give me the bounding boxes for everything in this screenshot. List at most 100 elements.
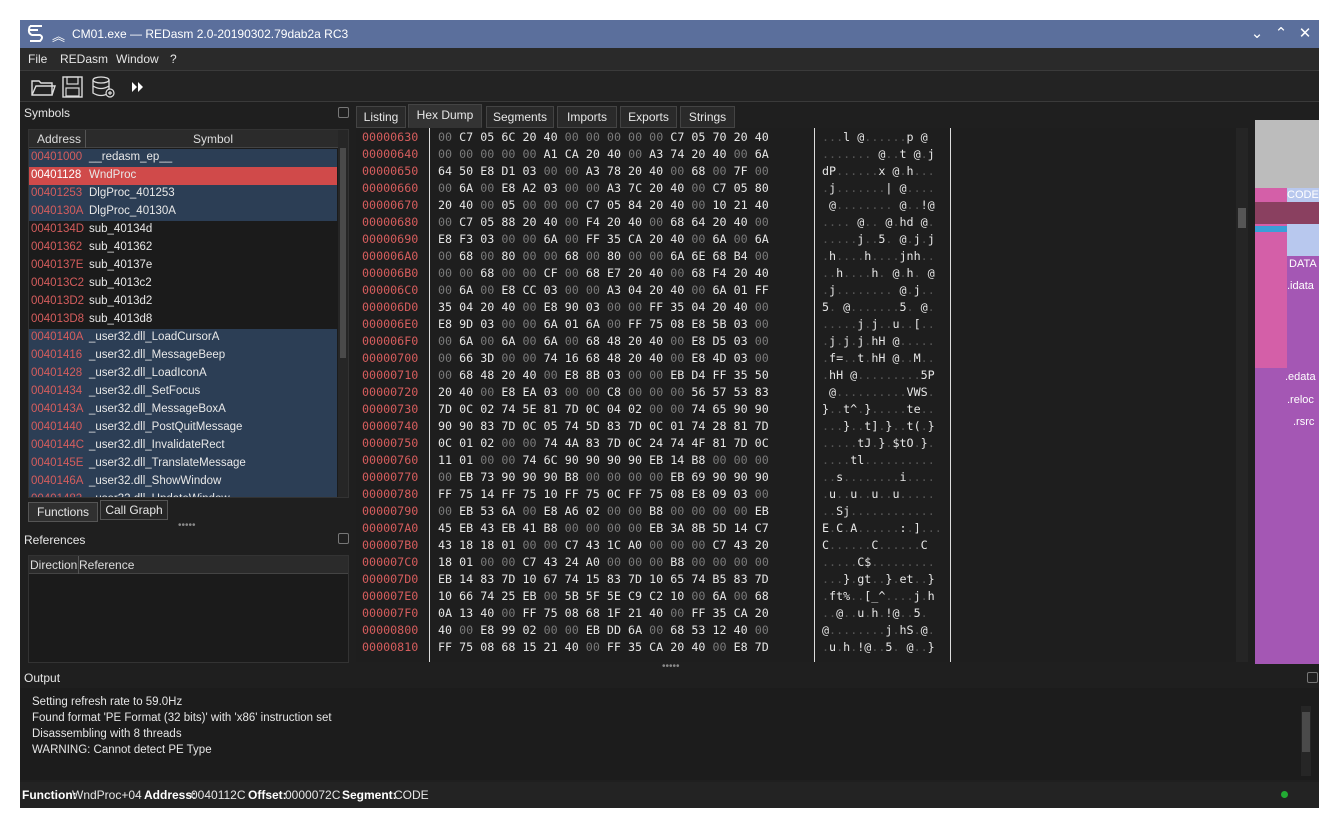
hex-row[interactable]: 00000720 20 40 00 E8 EA 03 00 00 C8 00 00… xyxy=(356,383,1248,400)
hex-ascii[interactable]: @........ @..!@ xyxy=(822,198,935,212)
hex-ascii[interactable]: 5. @.......5. @. xyxy=(822,300,935,314)
tab-strings[interactable]: Strings xyxy=(680,106,735,128)
dock-float-icon[interactable] xyxy=(338,533,349,544)
hex-row[interactable]: 00000680 00 C7 05 88 20 40 00 F4 20 40 00… xyxy=(356,213,1248,230)
table-row[interactable]: 0040140A _user32.dll_LoadCursorA xyxy=(29,329,337,347)
table-row[interactable]: 0040130A DlgProc_40130A xyxy=(29,203,337,221)
hex-bytes[interactable]: 00 00 00 00 00 A1 CA 20 40 00 A3 74 20 4… xyxy=(438,147,769,161)
hex-bytes[interactable]: E8 9D 03 00 00 6A 01 6A 00 FF 75 08 E8 5… xyxy=(438,317,769,331)
hex-row[interactable]: 000007C0 18 01 00 00 C7 43 24 A0 00 00 00… xyxy=(356,553,1248,570)
hex-row[interactable]: 00000810 FF 75 08 68 15 21 40 00 FF 35 CA… xyxy=(356,638,1248,655)
hex-ascii[interactable]: ..Sj............ xyxy=(822,504,935,518)
scrollbar-thumb[interactable] xyxy=(340,148,346,358)
tab-listing[interactable]: Listing xyxy=(356,106,406,128)
table-row[interactable]: 00401440 _user32.dll_PostQuitMessage xyxy=(29,419,337,437)
hex-bytes[interactable]: 00 68 00 80 00 00 68 00 80 00 00 6A 6E 6… xyxy=(438,249,769,263)
tab-hex-dump[interactable]: Hex Dump xyxy=(408,104,482,128)
hex-bytes[interactable]: 0C 01 02 00 00 74 4A 83 7D 0C 24 74 4F 8… xyxy=(438,436,769,450)
hex-ascii[interactable]: ...l @......p @ xyxy=(822,130,928,144)
menu-redasm[interactable]: REDasm xyxy=(60,52,108,66)
hex-bytes[interactable]: 40 00 E8 99 02 00 00 EB DD 6A 00 68 53 1… xyxy=(438,623,769,637)
scrollbar-thumb[interactable] xyxy=(1302,712,1310,752)
hex-bytes[interactable]: 45 EB 43 EB 41 B8 00 00 00 00 EB 3A 8B 5… xyxy=(438,521,769,535)
hex-ascii[interactable]: C......C......C xyxy=(822,538,935,552)
table-row[interactable]: 00401434 _user32.dll_SetFocus xyxy=(29,383,337,401)
hex-ascii[interactable]: ....... @..t @.j xyxy=(822,147,935,161)
menu-help[interactable]: ? xyxy=(170,52,177,66)
hex-ascii[interactable]: ....tl.......... xyxy=(822,453,935,467)
hex-row[interactable]: 000006C0 00 6A 00 E8 CC 03 00 00 A3 04 20… xyxy=(356,281,1248,298)
hex-row[interactable]: 00000640 00 00 00 00 00 A1 CA 20 40 00 A3… xyxy=(356,145,1248,162)
splitter-handle[interactable]: ••••• xyxy=(178,520,196,531)
hex-ascii[interactable]: .j.......| @.... xyxy=(822,181,935,195)
hex-bytes[interactable]: 7D 0C 02 74 5E 81 7D 0C 04 02 00 00 74 6… xyxy=(438,402,769,416)
hex-ascii[interactable]: @..........VWS. xyxy=(822,385,935,399)
table-row[interactable]: 0040143A _user32.dll_MessageBoxA xyxy=(29,401,337,419)
table-row[interactable]: 00401000 __redasm_ep__ xyxy=(29,149,337,167)
dock-float-icon[interactable] xyxy=(1307,672,1318,683)
hex-ascii[interactable]: @........j.hS.@. xyxy=(822,623,935,637)
hex-bytes[interactable]: EB 14 83 7D 10 67 74 15 83 7D 10 65 74 B… xyxy=(438,572,769,586)
hex-ascii[interactable]: .....C$......... xyxy=(822,555,935,569)
hex-ascii[interactable]: .hH @.........5P xyxy=(822,368,935,382)
table-row[interactable]: 004013D2 sub_4013d2 xyxy=(29,293,337,311)
output-scrollbar[interactable] xyxy=(1301,706,1311,776)
hex-row[interactable]: 00000740 90 90 83 7D 0C 05 74 5D 83 7D 0C… xyxy=(356,417,1248,434)
table-row[interactable]: 0040146A _user32.dll_ShowWindow xyxy=(29,473,337,491)
hex-bytes[interactable]: 00 6A 00 E8 A2 03 00 00 A3 7C 20 40 00 C… xyxy=(438,181,769,195)
table-row[interactable]: 00401428 _user32.dll_LoadIconA xyxy=(29,365,337,383)
hex-ascii[interactable]: .u.h.!@..5. @..} xyxy=(822,640,935,654)
hex-bytes[interactable]: 10 66 74 25 EB 00 5B 5F 5E C9 C2 10 00 6… xyxy=(438,589,769,603)
hex-ascii[interactable]: ...}..t].}..t(.} xyxy=(822,419,935,433)
hex-ascii[interactable]: dP......x @.h... xyxy=(822,164,935,178)
hex-bytes[interactable]: 00 6A 00 6A 00 6A 00 68 48 20 40 00 E8 D… xyxy=(438,334,769,348)
column-symbol[interactable]: Symbol xyxy=(193,132,233,146)
hex-row[interactable]: 000006F0 00 6A 00 6A 00 6A 00 68 48 20 40… xyxy=(356,332,1248,349)
title-bar[interactable]: ︽ CM01.exe — REDasm 2.0-20190302.79dab2a… xyxy=(20,20,1319,48)
hex-ascii[interactable]: .u..u..u..u..... xyxy=(822,487,935,501)
hex-row[interactable]: 00000790 00 EB 53 6A 00 E8 A6 02 00 00 B8… xyxy=(356,502,1248,519)
hex-ascii[interactable]: E.C.A......:.]... xyxy=(822,521,942,535)
hex-bytes[interactable]: FF 75 08 68 15 21 40 00 FF 35 CA 20 40 0… xyxy=(438,640,769,654)
hex-row[interactable]: 00000630 00 C7 05 6C 20 40 00 00 00 00 00… xyxy=(356,128,1248,145)
hex-bytes[interactable]: 20 40 00 05 00 00 00 C7 05 84 20 40 00 1… xyxy=(438,198,769,212)
table-row[interactable]: 00401416 _user32.dll_MessageBeep xyxy=(29,347,337,365)
column-direction[interactable]: Direction xyxy=(30,558,77,572)
hex-row[interactable]: 000007F0 0A 13 40 00 FF 75 08 68 1F 21 40… xyxy=(356,604,1248,621)
database-add-icon[interactable] xyxy=(90,75,116,99)
hex-row[interactable]: 00000690 E8 F3 03 00 00 6A 00 FF 35 CA 20… xyxy=(356,230,1248,247)
hex-bytes[interactable]: 43 18 18 01 00 00 C7 43 1C A0 00 00 00 C… xyxy=(438,538,769,552)
column-address[interactable]: Address xyxy=(37,132,81,146)
hex-row[interactable]: 00000760 11 01 00 00 74 6C 90 90 90 90 EB… xyxy=(356,451,1248,468)
table-row[interactable]: 0040137E sub_40137e xyxy=(29,257,337,275)
hex-bytes[interactable]: 64 50 E8 D1 03 00 00 A3 78 20 40 00 68 0… xyxy=(438,164,769,178)
scrollbar-thumb[interactable] xyxy=(1238,208,1246,228)
maximize-icon[interactable]: ⌃ xyxy=(1271,24,1291,42)
hex-bytes[interactable]: 90 90 83 7D 0C 05 74 5D 83 7D 0C 01 74 2… xyxy=(438,419,769,433)
hex-row[interactable]: 00000710 00 68 48 20 40 00 E8 8B 03 00 00… xyxy=(356,366,1248,383)
open-icon[interactable] xyxy=(30,75,56,99)
hex-row[interactable]: 00000700 00 66 3D 00 00 74 16 68 48 20 40… xyxy=(356,349,1248,366)
hex-bytes[interactable]: 18 01 00 00 C7 43 24 A0 00 00 00 B8 00 0… xyxy=(438,555,769,569)
hex-row[interactable]: 000006D0 35 04 20 40 00 E8 90 03 00 00 FF… xyxy=(356,298,1248,315)
hex-scrollbar[interactable] xyxy=(1236,128,1248,662)
hex-ascii[interactable]: }..t^.}.....te.. xyxy=(822,402,935,416)
hex-ascii[interactable]: .f=..t.hH @..M.. xyxy=(822,351,935,365)
hex-row[interactable]: 000006A0 00 68 00 80 00 00 68 00 80 00 00… xyxy=(356,247,1248,264)
hex-bytes[interactable]: 00 6A 00 E8 CC 03 00 00 A3 04 20 40 00 6… xyxy=(438,283,769,297)
table-row[interactable]: 00401253 DlgProc_401253 xyxy=(29,185,337,203)
hex-bytes[interactable]: 00 EB 53 6A 00 E8 A6 02 00 00 B8 00 00 0… xyxy=(438,504,769,518)
table-row[interactable]: 004013D8 sub_4013d8 xyxy=(29,311,337,329)
hex-dump-view[interactable]: 00000630 00 C7 05 6C 20 40 00 00 00 00 00… xyxy=(356,128,1248,662)
hex-row[interactable]: 00000730 7D 0C 02 74 5E 81 7D 0C 04 02 00… xyxy=(356,400,1248,417)
hex-bytes[interactable]: 00 C7 05 88 20 40 00 F4 20 40 00 68 64 2… xyxy=(438,215,769,229)
hex-row[interactable]: 000006B0 00 00 68 00 00 CF 00 68 E7 20 40… xyxy=(356,264,1248,281)
hex-row[interactable]: 000007D0 EB 14 83 7D 10 67 74 15 83 7D 10… xyxy=(356,570,1248,587)
hex-ascii[interactable]: ..@..u.h.!@..5. xyxy=(822,606,935,620)
hex-ascii[interactable]: .....j..5. @.j.j xyxy=(822,232,935,246)
menu-file[interactable]: File xyxy=(28,52,47,66)
close-icon[interactable]: ✕ xyxy=(1295,24,1315,42)
hex-row[interactable]: 00000650 64 50 E8 D1 03 00 00 A3 78 20 40… xyxy=(356,162,1248,179)
hex-row[interactable]: 00000800 40 00 E8 99 02 00 00 EB DD 6A 00… xyxy=(356,621,1248,638)
hex-ascii[interactable]: ..h....h. @.h. @ xyxy=(822,266,935,280)
